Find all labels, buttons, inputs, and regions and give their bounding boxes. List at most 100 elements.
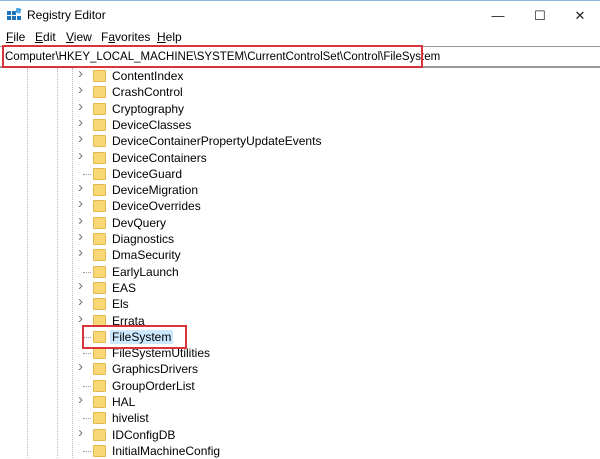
registry-editor-icon: [7, 8, 22, 20]
chevron-right-icon[interactable]: ›: [78, 98, 88, 115]
folder-icon: [93, 298, 106, 311]
chevron-right-icon[interactable]: ›: [78, 244, 88, 261]
chevron-right-icon[interactable]: ›: [78, 195, 88, 212]
tree-item[interactable]: DeviceGuard: [0, 166, 600, 182]
menu-edit[interactable]: Edit: [35, 30, 56, 44]
chevron-right-icon[interactable]: ›: [78, 277, 88, 294]
folder-icon: [93, 216, 106, 229]
folder-icon: [93, 281, 106, 294]
tree-item[interactable]: › EAS: [0, 277, 600, 296]
tree-item-label[interactable]: DeviceContainerPropertyUpdateEvents: [110, 134, 323, 148]
chevron-right-icon[interactable]: ›: [78, 65, 88, 82]
folder-icon: [93, 265, 106, 278]
tree-item-label[interactable]: IDConfigDB: [110, 428, 177, 442]
chevron-right-icon[interactable]: ›: [78, 147, 88, 164]
folder-icon: [93, 118, 106, 131]
tree-item[interactable]: GroupOrderList: [0, 378, 600, 394]
filesystem-highlight-box: [82, 325, 187, 349]
tree-item[interactable]: › ContentIndex: [0, 65, 600, 84]
registry-tree: › ContentIndex › CrashControl › Cryptography ›…: [0, 65, 600, 459]
folder-icon: [93, 249, 106, 262]
tree-item[interactable]: › DeviceOverrides: [0, 195, 600, 214]
tree-item-label[interactable]: EAS: [110, 281, 138, 295]
tree-item[interactable]: › DeviceContainerPropertyUpdateEvents: [0, 130, 600, 149]
chevron-right-icon[interactable]: ›: [78, 293, 88, 310]
menu-favorites[interactable]: Favorites: [101, 30, 150, 44]
tree-item-label[interactable]: DmaSecurity: [110, 248, 183, 262]
folder-icon: [93, 396, 106, 408]
tree-item-label[interactable]: DeviceOverrides: [110, 199, 203, 213]
close-button[interactable]: ✕: [565, 6, 595, 26]
tree-item[interactable]: InitialMachineConfig: [0, 443, 600, 459]
tree-connector: [83, 418, 91, 420]
tree-item-label[interactable]: DeviceClasses: [110, 118, 193, 132]
tree-item-label[interactable]: GraphicsDrivers: [110, 362, 200, 376]
tree-item[interactable]: › Els: [0, 293, 600, 312]
title-bar: Registry Editor — ☐ ✕: [0, 2, 600, 30]
tree-item[interactable]: › DeviceContainers: [0, 147, 600, 166]
tree-item-label[interactable]: CrashControl: [110, 85, 185, 99]
folder-icon: [93, 379, 106, 392]
tree-item-label[interactable]: hivelist: [110, 411, 151, 425]
chevron-right-icon[interactable]: ›: [78, 310, 88, 327]
tree-item-label[interactable]: Els: [110, 297, 131, 311]
tree-item-label[interactable]: GroupOrderList: [110, 379, 197, 393]
window-title: Registry Editor: [27, 8, 106, 22]
chevron-right-icon[interactable]: ›: [78, 114, 88, 131]
tree-item-label[interactable]: DevQuery: [110, 216, 168, 230]
folder-icon: [93, 167, 106, 180]
folder-icon: [93, 200, 106, 213]
tree-connector: [83, 173, 91, 175]
folder-icon: [93, 444, 106, 457]
tree-item[interactable]: hivelist: [0, 410, 600, 426]
menu-bar: File Edit View Favorites Help: [0, 30, 600, 46]
tree-item-label[interactable]: DeviceMigration: [110, 183, 200, 197]
maximize-button[interactable]: ☐: [525, 6, 555, 26]
tree-item[interactable]: › IDConfigDB: [0, 424, 600, 443]
folder-icon: [93, 70, 106, 82]
folder-icon: [93, 102, 106, 115]
tree-item[interactable]: › CrashControl: [0, 81, 600, 100]
folder-icon: [93, 151, 106, 164]
chevron-right-icon[interactable]: ›: [78, 212, 88, 229]
tree-item[interactable]: › Cryptography: [0, 98, 600, 117]
chevron-right-icon[interactable]: ›: [78, 358, 88, 375]
folder-icon: [93, 412, 106, 425]
folder-icon: [93, 86, 106, 99]
tree-item[interactable]: › DmaSecurity: [0, 244, 600, 263]
address-highlight-box: [2, 45, 423, 68]
tree-item[interactable]: › DeviceClasses: [0, 114, 600, 133]
folder-icon: [93, 135, 106, 148]
tree-item-label[interactable]: InitialMachineConfig: [110, 444, 222, 458]
tree-item-label[interactable]: Diagnostics: [110, 232, 176, 246]
chevron-right-icon[interactable]: ›: [78, 391, 88, 408]
minimize-button[interactable]: —: [483, 6, 513, 26]
tree-item[interactable]: EarlyLaunch: [0, 264, 600, 280]
tree-item-label[interactable]: EarlyLaunch: [110, 265, 181, 279]
folder-icon: [93, 184, 106, 197]
tree-item[interactable]: › GraphicsDrivers: [0, 358, 600, 377]
tree-item-label[interactable]: HAL: [110, 395, 137, 409]
folder-icon: [93, 428, 106, 441]
tree-connector: [83, 385, 91, 387]
menu-help[interactable]: Help: [157, 30, 182, 44]
tree-item[interactable]: › HAL: [0, 391, 600, 410]
tree-item[interactable]: › Diagnostics: [0, 228, 600, 247]
tree-item-label[interactable]: ContentIndex: [110, 69, 185, 83]
chevron-right-icon[interactable]: ›: [78, 130, 88, 147]
tree-item[interactable]: › DevQuery: [0, 212, 600, 231]
tree-item-label[interactable]: Cryptography: [110, 102, 186, 116]
folder-icon: [93, 363, 106, 376]
chevron-right-icon[interactable]: ›: [78, 81, 88, 98]
tree-item[interactable]: › DeviceMigration: [0, 179, 600, 198]
tree-connector: [83, 353, 91, 355]
tree-item-label[interactable]: DeviceGuard: [110, 167, 184, 181]
chevron-right-icon[interactable]: ›: [78, 228, 88, 245]
tree-item-label[interactable]: DeviceContainers: [110, 151, 209, 165]
menu-file[interactable]: File: [6, 30, 25, 44]
folder-icon: [93, 233, 106, 245]
chevron-right-icon[interactable]: ›: [78, 179, 88, 196]
menu-view[interactable]: View: [66, 30, 92, 44]
tree-connector: [83, 271, 91, 273]
chevron-right-icon[interactable]: ›: [78, 424, 88, 441]
